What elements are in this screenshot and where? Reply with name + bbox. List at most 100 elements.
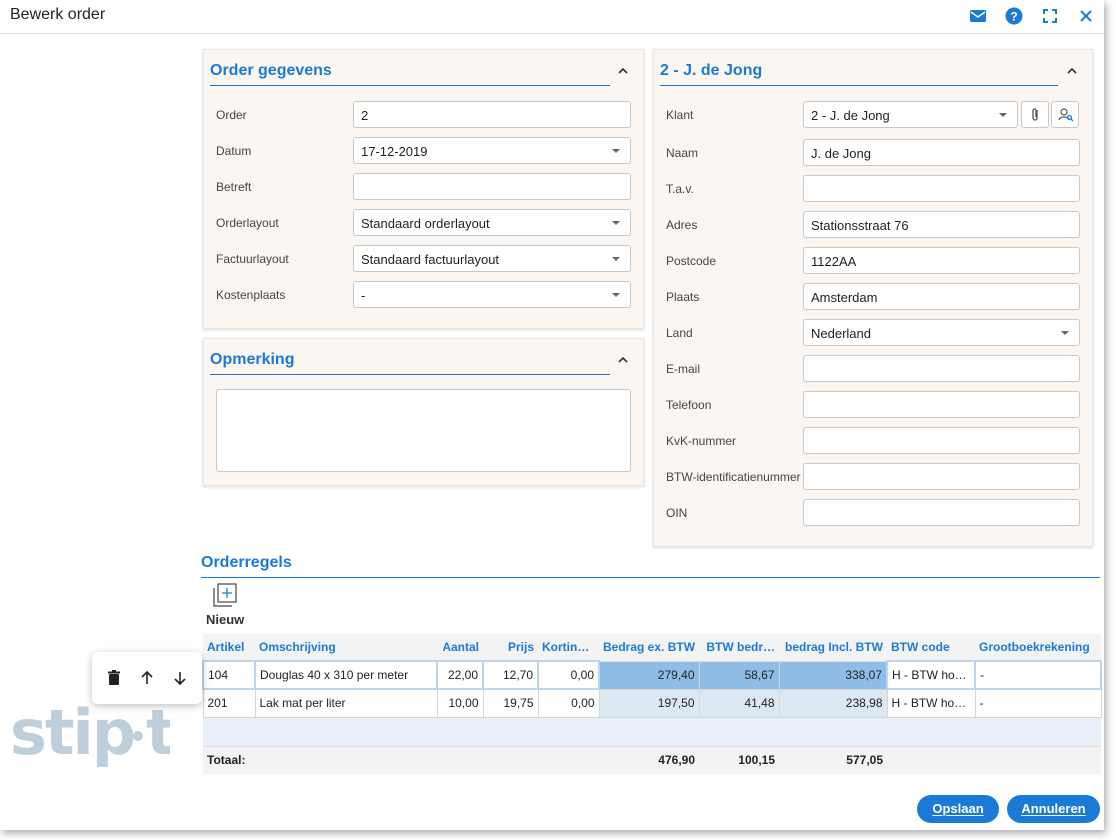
description-cell[interactable]: Douglas 40 x 310 per meter — [254, 660, 438, 690]
address-label: Adres — [666, 218, 698, 232]
column-header[interactable]: BTW bedr… — [699, 634, 779, 662]
table-row[interactable]: 201 Lak mat per liter 10,00 19,75 0,00 1… — [202, 688, 1102, 718]
vat-code-cell[interactable]: H - BTW ho… — [886, 660, 976, 690]
trash-icon[interactable] — [104, 668, 124, 688]
discount-cell[interactable]: 0,00 — [537, 688, 600, 718]
order-details-panel: Order gegevens Order 2 Datum 17-12-2019 … — [203, 49, 644, 329]
customer-value: 2 - J. de Jong — [811, 108, 890, 123]
dialog-title: Bewerk order — [10, 6, 106, 23]
add-row-icon — [213, 583, 237, 607]
panel-underline — [660, 85, 1058, 86]
attention-input[interactable] — [803, 175, 1080, 202]
subject-input[interactable] — [353, 173, 631, 200]
postcode-input[interactable]: 1122AA — [803, 247, 1080, 274]
email-input[interactable] — [803, 355, 1080, 382]
total-label: Totaal: — [203, 745, 437, 774]
oin-label: OIN — [666, 506, 688, 520]
subject-label: Betreft — [216, 180, 252, 194]
column-header[interactable]: bedrag Incl. BTW — [779, 634, 887, 662]
article-cell[interactable]: 201 — [202, 688, 256, 718]
description-cell[interactable]: Lak mat per liter — [254, 688, 438, 718]
attention-label: T.a.v. — [666, 182, 694, 196]
article-cell[interactable]: 104 — [202, 660, 256, 690]
chevron-down-icon — [999, 113, 1007, 117]
name-input[interactable]: J. de Jong — [803, 139, 1080, 166]
column-header[interactable]: BTW code — [887, 634, 975, 662]
kvk-label: KvK-nummer — [666, 434, 737, 448]
invoice-layout-label: Factuurlayout — [216, 252, 289, 266]
order-layout-label: Orderlayout — [216, 216, 279, 230]
cost-center-select[interactable]: - — [353, 281, 631, 308]
price-cell[interactable]: 12,70 — [482, 660, 539, 690]
vat-id-input[interactable] — [803, 463, 1080, 490]
ledger-cell[interactable]: - — [974, 688, 1102, 718]
empty-row[interactable] — [203, 717, 1101, 746]
address-input[interactable]: Stationsstraat 76 — [803, 211, 1080, 238]
column-header[interactable]: Korting% — [538, 634, 599, 662]
ledger-cell[interactable]: - — [974, 660, 1102, 690]
discount-cell[interactable]: 0,00 — [537, 660, 600, 690]
fullscreen-icon[interactable] — [1040, 6, 1060, 26]
arrow-up-icon[interactable] — [137, 668, 157, 688]
order-layout-value: Standaard orderlayout — [361, 216, 490, 231]
chevron-down-icon — [612, 293, 620, 297]
panel-title: Opmerking — [210, 351, 295, 368]
column-header[interactable]: Bedrag ex. BTW — [599, 634, 699, 662]
new-line-button[interactable]: Nieuw — [204, 582, 248, 628]
person-search-icon — [1058, 108, 1074, 122]
total-incl-vat: 577,05 — [779, 745, 887, 774]
title-bar: Bewerk order ? — [0, 0, 1104, 34]
chevron-down-icon — [612, 221, 620, 225]
orderlines-table: Artikel Omschrijving Aantal Prijs Kortin… — [202, 634, 1102, 774]
save-button[interactable]: Opslaan — [917, 795, 999, 823]
order-number-input[interactable]: 2 — [353, 101, 631, 128]
chevron-down-icon — [612, 149, 620, 153]
name-label: Naam — [666, 146, 699, 160]
vat-code-cell[interactable]: H - BTW ho… — [886, 688, 976, 718]
table-row[interactable]: 104 Douglas 40 x 310 per meter 22,00 12,… — [202, 660, 1102, 690]
total-ex-vat: 476,90 — [599, 745, 699, 774]
panel-underline — [210, 85, 610, 86]
remark-textarea[interactable] — [216, 389, 631, 472]
collapse-chevron-icon[interactable] — [1065, 64, 1079, 78]
edit-order-dialog: Bewerk order ? Order gegevens Order 2 Da… — [0, 0, 1104, 830]
paperclip-icon — [1032, 108, 1038, 121]
column-header[interactable]: Grootboekrekening — [975, 634, 1101, 662]
chevron-down-icon — [612, 257, 620, 261]
phone-input[interactable] — [803, 391, 1080, 418]
contact-lookup-button[interactable] — [1051, 101, 1079, 128]
column-header[interactable]: Prijs — [483, 634, 538, 662]
quantity-cell[interactable]: 22,00 — [436, 660, 484, 690]
email-label: E-mail — [666, 362, 701, 376]
panel-title: Order gegevens — [210, 62, 332, 79]
column-header[interactable]: Omschrijving — [255, 634, 437, 662]
city-input[interactable]: Amsterdam — [803, 283, 1080, 310]
column-header[interactable]: Aantal — [437, 634, 483, 662]
country-select[interactable]: Nederland — [803, 319, 1080, 346]
oin-input[interactable] — [803, 499, 1080, 526]
amount-incl-vat-cell: 238,98 — [778, 688, 888, 718]
chevron-down-icon — [1061, 331, 1069, 335]
svg-text:t: t — [146, 698, 170, 769]
collapse-chevron-icon[interactable] — [616, 353, 630, 367]
mail-icon[interactable] — [968, 6, 988, 26]
orderlines-underline — [201, 577, 1100, 578]
cancel-button[interactable]: Annuleren — [1007, 795, 1100, 823]
close-icon[interactable] — [1076, 6, 1096, 26]
vat-amount-cell: 41,48 — [698, 688, 780, 718]
collapse-chevron-icon[interactable] — [616, 64, 630, 78]
total-vat: 100,15 — [699, 745, 779, 774]
quantity-cell[interactable]: 10,00 — [436, 688, 484, 718]
column-header[interactable]: Artikel — [203, 634, 255, 662]
invoice-layout-select[interactable]: Standaard factuurlayout — [353, 245, 631, 272]
amount-ex-vat-cell: 279,40 — [598, 660, 700, 690]
price-cell[interactable]: 19,75 — [482, 688, 539, 718]
customer-select[interactable]: 2 - J. de Jong — [803, 101, 1018, 128]
date-select[interactable]: 17-12-2019 — [353, 137, 631, 164]
help-icon[interactable]: ? — [1004, 6, 1024, 26]
kvk-input[interactable] — [803, 427, 1080, 454]
attachment-button[interactable] — [1021, 101, 1049, 128]
cost-center-value: - — [361, 288, 366, 303]
arrow-down-icon[interactable] — [170, 668, 190, 688]
order-layout-select[interactable]: Standaard orderlayout — [353, 209, 631, 236]
